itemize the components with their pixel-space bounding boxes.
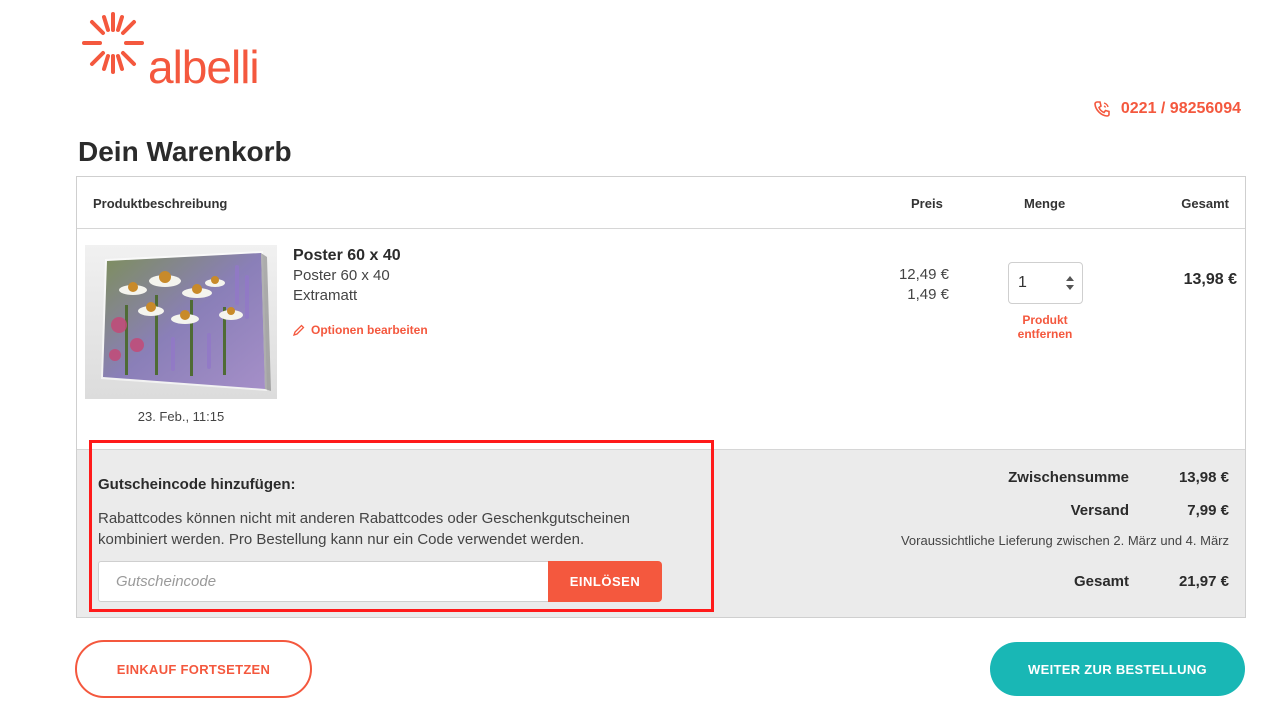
total-value: 21,97 € — [1178, 573, 1229, 590]
edit-options-label: Optionen bearbeiten — [311, 323, 428, 337]
header-price: Preis — [911, 196, 943, 211]
shipping-value: 7,99 € — [1187, 502, 1229, 519]
cart-summary: Gutscheincode hinzufügen: Rabattcodes kö… — [77, 449, 1245, 617]
continue-shopping-button[interactable]: EINKAUF FORTSETZEN — [75, 640, 312, 698]
poster-image — [101, 251, 271, 391]
product-date: 23. Feb., 11:15 — [137, 409, 225, 424]
header-total: Gesamt — [1181, 196, 1229, 211]
delivery-estimate: Voraussichtliche Lieferung zwischen 2. M… — [900, 533, 1229, 548]
product-detail-finish: Extramatt — [293, 287, 358, 304]
product-thumbnail[interactable] — [85, 245, 277, 399]
remove-product-link[interactable]: Produkt entfernen — [997, 313, 1093, 341]
brand-name: albelli — [148, 41, 260, 93]
product-detail-format: Poster 60 x 40 — [293, 267, 390, 284]
subtotal-label: Zwischensumme — [1008, 469, 1129, 486]
starburst-icon — [82, 12, 144, 74]
subtotal-value: 13,98 € — [1178, 469, 1229, 486]
coupon-title: Gutscheincode hinzufügen: — [98, 476, 296, 493]
price-base: 12,49 € — [898, 266, 949, 283]
checkout-button[interactable]: WEITER ZUR BESTELLUNG — [990, 642, 1245, 696]
coupon-description: Rabattcodes können nicht mit anderen Rab… — [98, 510, 631, 548]
pencil-icon — [293, 324, 305, 336]
quantity-select[interactable]: 1 — [1008, 262, 1083, 304]
edit-options-link[interactable]: Optionen bearbeiten — [293, 323, 428, 337]
phone-number: 0221 / 98256094 — [1120, 100, 1241, 117]
cart-table: Produktbeschreibung Preis Menge Gesamt 2… — [76, 176, 1246, 618]
updown-arrows-icon — [1066, 275, 1074, 291]
coupon-input[interactable] — [98, 561, 550, 602]
page-title: Dein Warenkorb — [78, 136, 292, 167]
total-label: Gesamt — [1073, 573, 1129, 590]
header-quantity: Menge — [1024, 196, 1066, 211]
cart-item-row: 23. Feb., 11:15 Poster 60 x 40 Poster 60… — [77, 229, 1245, 449]
quantity-value: 1 — [1018, 274, 1027, 291]
cart-table-header: Produktbeschreibung Preis Menge Gesamt — [77, 177, 1245, 229]
product-name: Poster 60 x 40 — [293, 247, 401, 264]
albelli-logo[interactable]: albelli — [80, 10, 280, 90]
price-option: 1,49 € — [907, 286, 949, 303]
line-total: 13,98 € — [1183, 271, 1237, 288]
phone-contact[interactable]: 0221 / 98256094 — [1093, 100, 1241, 118]
shipping-label: Versand — [1070, 502, 1129, 519]
redeem-button[interactable]: EINLÖSEN — [548, 561, 662, 602]
header-description: Produktbeschreibung — [93, 196, 228, 211]
phone-icon — [1094, 101, 1110, 117]
